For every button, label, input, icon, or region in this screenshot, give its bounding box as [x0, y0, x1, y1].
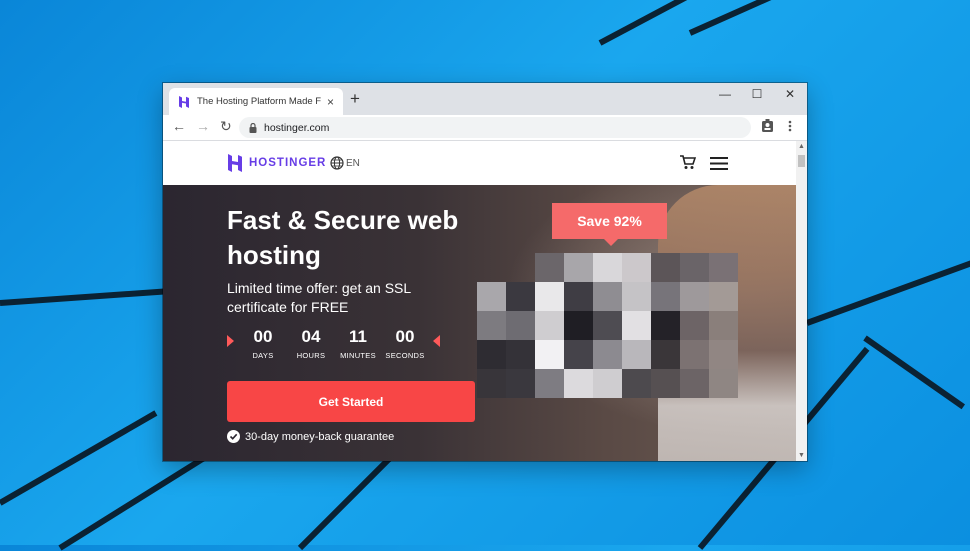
countdown-days-value: 00 [253, 327, 273, 346]
maximize-button[interactable]: ☐ [747, 87, 767, 101]
url-text: hostinger.com [264, 121, 330, 134]
countdown-seconds-label: SECONDS [385, 351, 425, 360]
profile-icon[interactable] [761, 119, 774, 133]
countdown-right-arrow-icon [433, 335, 440, 347]
hero-headline: Fast & Secure web hosting [227, 205, 459, 270]
countdown-seconds: 00 SECONDS [383, 327, 427, 360]
countdown-hours-label: HOURS [296, 351, 326, 360]
countdown-minutes-label: MINUTES [340, 351, 376, 360]
language-selector[interactable]: EN [330, 156, 360, 170]
get-started-button[interactable]: Get Started [227, 381, 475, 422]
browser-toolbar: ← → ↻ hostinger.com [163, 115, 807, 141]
badge-pointer [604, 239, 618, 246]
guarantee-text: 30-day money-back guarantee [245, 430, 395, 443]
guarantee-note: 30-day money-back guarantee [227, 430, 394, 443]
scroll-down-icon[interactable]: ▼ [798, 452, 805, 459]
browser-window: The Hosting Platform Made For Y × + — ☐ … [163, 83, 807, 461]
site-header: HOSTINGER EN [163, 141, 796, 185]
check-circle-icon [227, 430, 240, 443]
tab-title: The Hosting Platform Made For Y [197, 96, 321, 107]
countdown-days-label: DAYS [252, 351, 274, 360]
scrollbar-thumb[interactable] [798, 155, 805, 167]
countdown-seconds-value: 00 [395, 327, 415, 346]
page-scrollbar[interactable]: ▲ ▼ [796, 141, 807, 461]
scroll-up-icon[interactable]: ▲ [798, 143, 805, 150]
hostinger-favicon-icon [179, 95, 189, 108]
new-tab-button[interactable]: + [350, 89, 360, 109]
language-code: EN [346, 157, 360, 169]
web-page: HOSTINGER EN Fast & Secure web hosting L… [163, 141, 796, 461]
cart-icon[interactable] [680, 155, 696, 170]
tab-close-icon[interactable]: × [327, 95, 334, 109]
back-button[interactable]: ← [172, 118, 186, 134]
reload-button[interactable]: ↻ [220, 118, 232, 135]
minimize-button[interactable]: — [715, 87, 735, 101]
forward-button[interactable]: → [196, 118, 210, 134]
countdown-minutes-value: 11 [349, 327, 367, 346]
brand-name: HOSTINGER [249, 157, 327, 169]
countdown-hours-value: 04 [301, 327, 321, 346]
countdown-hours: 04 HOURS [291, 327, 331, 360]
close-window-button[interactable]: ✕ [780, 87, 800, 101]
hero-subheadline: Limited time offer: get an SSL certifica… [227, 280, 411, 315]
countdown-minutes: 11 MINUTES [337, 327, 379, 360]
countdown-left-arrow-icon [227, 335, 234, 347]
countdown-days: 00 DAYS [245, 327, 281, 360]
discount-badge-text: Save 92% [577, 213, 642, 229]
hero-section: Fast & Secure web hosting Limited time o… [163, 185, 796, 461]
globe-icon [330, 156, 344, 170]
tab-bar: The Hosting Platform Made For Y × + — ☐ … [163, 83, 807, 115]
hostinger-logo-icon [228, 154, 242, 172]
kebab-menu-icon[interactable] [788, 119, 792, 133]
address-bar[interactable]: hostinger.com [239, 117, 751, 138]
hostinger-logo[interactable]: HOSTINGER [227, 154, 326, 172]
browser-tab[interactable]: The Hosting Platform Made For Y × [169, 88, 343, 115]
discount-badge: Save 92% [552, 203, 667, 246]
hamburger-menu-icon[interactable] [710, 157, 728, 170]
lock-icon [249, 122, 257, 133]
